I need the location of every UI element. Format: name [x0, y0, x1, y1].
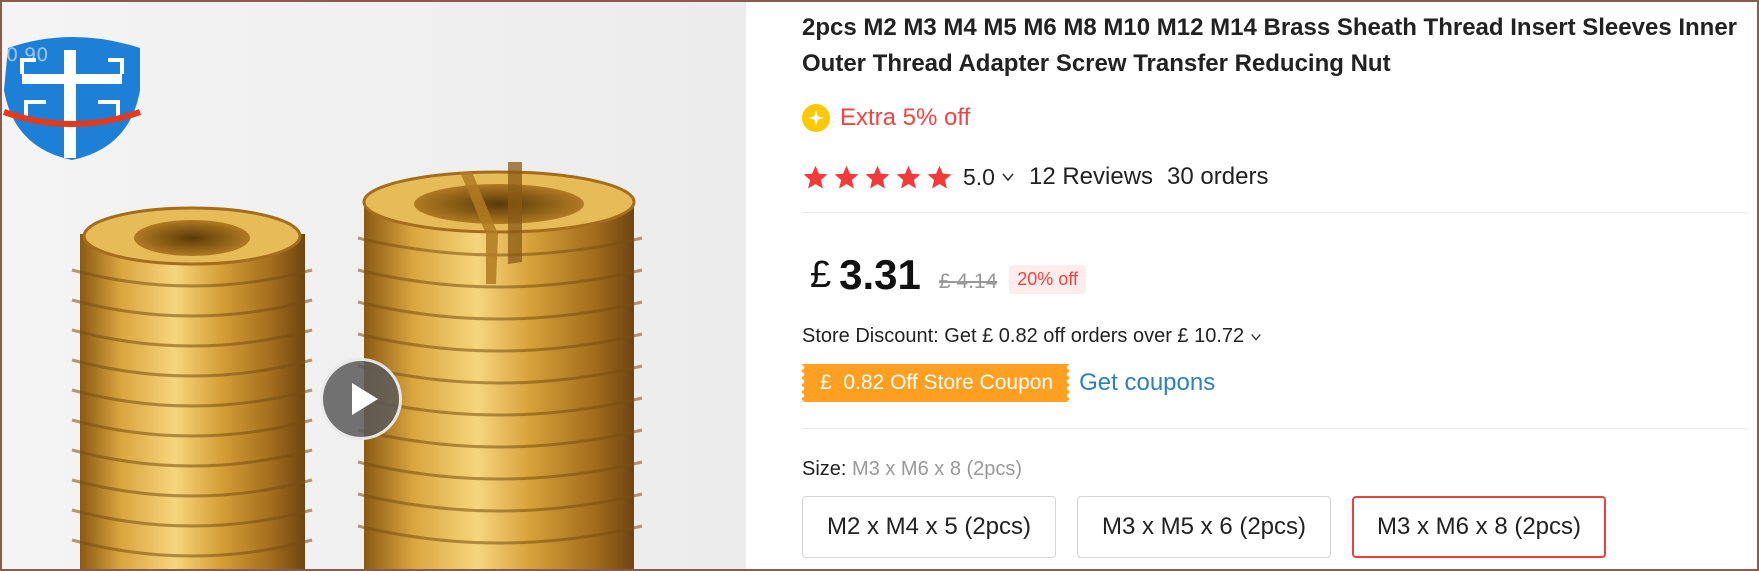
star-icon: [803, 165, 828, 189]
discount-badge: 20% off: [1009, 265, 1086, 294]
reviews-link[interactable]: 12 Reviews: [1029, 163, 1153, 191]
zoom-label: 0.90: [6, 44, 49, 66]
get-coupons-link[interactable]: Get coupons: [1079, 369, 1215, 397]
store-discount-prefix: Store Discount: Get: [802, 324, 977, 347]
star-icon: [896, 165, 921, 189]
rating-value[interactable]: 5.0: [963, 164, 995, 191]
extra-offer: Extra 5% off: [802, 102, 970, 134]
chevron-down-icon[interactable]: [1001, 170, 1015, 184]
brass-insert-right: [357, 162, 643, 569]
size-option-selected[interactable]: M3 x M6 x 8 (2pcs): [1352, 496, 1606, 558]
play-video-button[interactable]: [320, 358, 402, 440]
coupon-row: £ 0.82 Off Store Coupon Get coupons: [802, 364, 1215, 402]
divider: [802, 212, 1747, 213]
product-title: 2pcs M2 M3 M4 M5 M6 M8 M10 M12 M14 Brass…: [802, 14, 1738, 77]
product-details: 2pcs M2 M3 M4 M5 M6 M8 M10 M12 M14 Brass…: [802, 0, 1752, 571]
brass-insert-left: [71, 206, 313, 569]
price-currency: £: [810, 254, 832, 296]
size-option[interactable]: M3 x M5 x 6 (2pcs): [1077, 496, 1331, 558]
store-discount-currency: £: [982, 324, 994, 347]
store-discount-amount: 0.82 off orders over: [998, 324, 1172, 347]
star-rating: [802, 164, 953, 191]
size-label-text: Size:: [802, 458, 847, 480]
coupon-label: 0.82 Off Store Coupon: [843, 371, 1054, 394]
orders-count: 30 orders: [1167, 163, 1269, 190]
star-icon: [927, 165, 952, 189]
store-discount-threshold: 10.72: [1194, 324, 1245, 347]
size-options: M2 x M4 x 5 (2pcs) M3 x M5 x 6 (2pcs) M3…: [802, 496, 1606, 558]
extra-offer-text: Extra 5% off: [840, 104, 971, 131]
divider: [802, 428, 1747, 429]
play-icon: [352, 383, 378, 415]
coin-star-icon: [802, 104, 830, 132]
product-image: [2, 2, 746, 569]
store-discount-currency-threshold: £: [1177, 324, 1189, 347]
size-selected-value: M3 x M6 x 8 (2pcs): [852, 458, 1023, 480]
original-price: £ 4.14: [938, 270, 998, 293]
chevron-down-icon[interactable]: [1250, 331, 1262, 343]
store-discount[interactable]: Store Discount: Get £ 0.82 off orders ov…: [802, 322, 1262, 350]
rating-row: 5.0 12 Reviews 30 orders: [802, 160, 1268, 194]
coupon-currency: £: [820, 371, 832, 394]
product-media[interactable]: 0.90: [2, 2, 746, 569]
size-option[interactable]: M2 x M4 x 5 (2pcs): [802, 496, 1056, 558]
star-icon: [834, 165, 859, 189]
current-price: 3.31: [839, 251, 921, 298]
store-coupon[interactable]: £ 0.82 Off Store Coupon: [802, 364, 1070, 402]
size-label: Size: M3 x M6 x 8 (2pcs): [802, 458, 1022, 481]
star-icon: [865, 165, 890, 189]
price-row: £ 3.31 £ 4.14 20% off: [810, 240, 1086, 300]
